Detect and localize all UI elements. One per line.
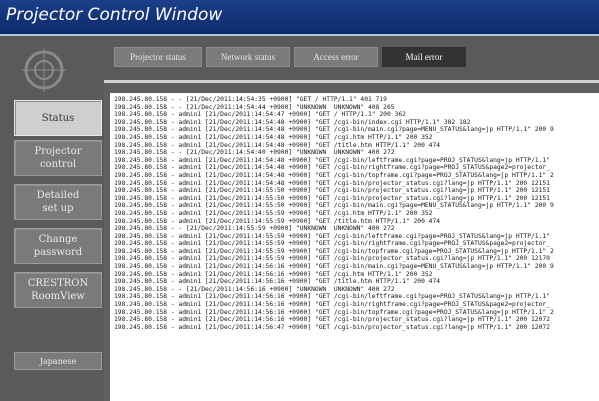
log-line: 198.245.80.158 - - [21/Dec/2011:14:54:40… [114,149,395,157]
log-line: 198.245.80.158 - admin1 [21/Dec/2011:14:… [114,270,433,278]
log-line: 198.245.80.158 - admin1 [21/Dec/2011:14:… [114,278,441,286]
log-line: 198.245.80.158 - admin1 [21/Dec/2011:14:… [114,118,471,126]
log-line: 198.245.80.158 - admin1 [21/Dec/2011:14:… [114,247,554,255]
log-line: 198.245.80.158 - admin1 [21/Dec/2011:14:… [114,255,550,263]
log-line: 198.245.80.158 - - [21/Dec/2011:14:56:16… [114,285,395,293]
log-line: 198.245.80.158 - admin1 [21/Dec/2011:14:… [114,323,550,331]
log-line: 198.245.80.158 - admin1 [21/Dec/2011:14:… [114,263,554,271]
sidebar-item-detailed-set-up[interactable]: Detailed set up [14,184,102,220]
log-line: 198.245.80.158 - admin1 [21/Dec/2011:14:… [114,308,554,316]
log-line: 198.245.80.158 - admin1 [21/Dec/2011:14:… [114,164,550,172]
projector-lens-icon [22,48,66,92]
log-line: 198.245.80.158 - admin1 [21/Dec/2011:14:… [114,126,554,134]
sidebar-item-label: Status [41,112,75,124]
access-log-panel[interactable]: 198.245.80.158 - - [21/Dec/2011:14:54:35… [110,93,599,401]
log-line: 198.245.80.158 - admin1 [21/Dec/2011:14:… [114,194,550,202]
log-line: 198.245.80.158 - admin1 [21/Dec/2011:14:… [114,156,550,164]
tab-access-error[interactable]: Access error [294,47,378,67]
tab-projector-status[interactable]: Projector status [114,47,202,67]
window-title: Projector Control Window [6,5,223,25]
log-line: 198.245.80.158 - admin1 [21/Dec/2011:14:… [114,171,554,179]
access-log-text: 198.245.80.158 - - [21/Dec/2011:14:54:35… [110,93,599,331]
log-line: 198.245.80.158 - admin1 [21/Dec/2011:14:… [114,301,550,309]
log-line: 198.245.80.158 - admin1 [21/Dec/2011:14:… [114,187,550,195]
log-line: 198.245.80.158 - - [21/Dec/2011:14:54:35… [114,96,387,103]
sidebar-item-projector-control[interactable]: Projector control [14,140,102,176]
log-line: 198.245.80.158 - admin1 [21/Dec/2011:14:… [114,111,406,119]
title-bar: Projector Control Window [0,0,599,36]
log-line: 198.245.80.158 - admin1 [21/Dec/2011:14:… [114,232,550,240]
tab-mail-error[interactable]: Mail error [382,47,466,67]
log-line: 198.245.80.158 - admin1 [21/Dec/2011:14:… [114,293,550,301]
sidebar-item-label: Projector control [34,146,82,170]
log-line: 198.245.80.158 - admin1 [21/Dec/2011:14:… [114,141,441,149]
sidebar-item-status[interactable]: Status [14,100,102,136]
sidebar: Status Projector control Detailed set up… [0,36,104,401]
log-line: 198.245.80.158 - admin1 [21/Dec/2011:14:… [114,240,550,248]
log-line: 198.245.80.158 - admin1 [21/Dec/2011:14:… [114,316,550,324]
log-line: 198.245.80.158 - admin1 [21/Dec/2011:14:… [114,179,550,187]
sidebar-item-label: Change password [33,234,83,258]
sidebar-item-crestron-roomview[interactable]: CRESTRON RoomView [14,272,102,308]
log-line: 198.245.80.158 - - [21/Dec/2011:14:54:44… [114,103,395,111]
tab-bar: Projector status Network status Access e… [104,36,599,80]
sidebar-item-label: CRESTRON RoomView [27,278,89,302]
log-line: 198.245.80.158 - admin1 [21/Dec/2011:14:… [114,133,433,141]
sidebar-item-change-password[interactable]: Change password [14,228,102,264]
log-line: 198.245.80.158 - admin1 [21/Dec/2011:14:… [114,217,441,225]
log-line: 198.245.80.158 - admin1 [21/Dec/2011:14:… [114,209,433,217]
tab-network-status[interactable]: Network status [206,47,290,67]
sidebar-item-label: Detailed set up [36,190,80,214]
divider [104,80,599,83]
log-line: 198.245.80.158 - - [21/Dec/2011:14:55:59… [114,225,395,233]
language-button[interactable]: Japanese [14,352,102,370]
log-line: 198.245.80.158 - admin1 [21/Dec/2011:14:… [114,202,554,210]
